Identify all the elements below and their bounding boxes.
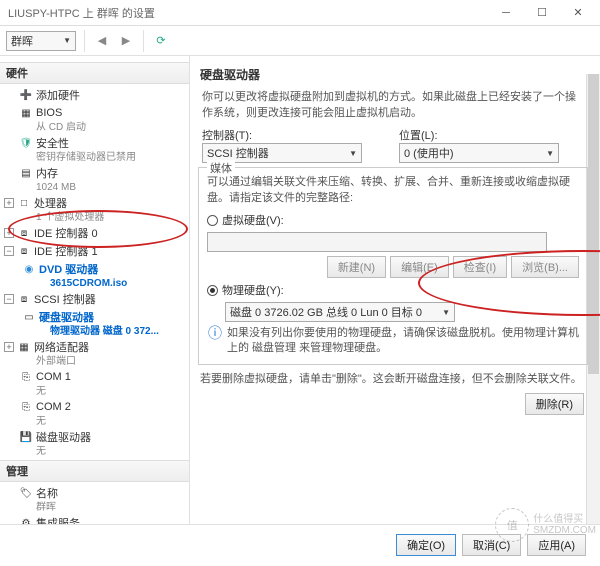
watermark: 值 什么值得买SMZDM.COM [495, 508, 596, 542]
controller-label: 控制器(T): [202, 130, 252, 142]
node-security-sub: 密钥存储驱动器已禁用 [0, 152, 189, 164]
inspect-button: 检查(I) [453, 256, 507, 278]
chevron-down-icon: ▼ [63, 36, 71, 45]
node-bios-sub: 从 CD 启动 [0, 122, 189, 134]
info-note: ⓘ 如果没有列出你要使用的物理硬盘，请确保该磁盘脱机。使用物理计算机上的 磁盘管… [207, 326, 579, 356]
node-dvd[interactable]: ◉DVD 驱动器 [0, 260, 189, 278]
window-controls: ─ ☐ ✕ [488, 3, 596, 23]
expand-icon[interactable]: + [4, 342, 14, 352]
forward-icon[interactable]: ▶ [117, 32, 135, 50]
location-label: 位置(L): [399, 130, 438, 142]
ok-button[interactable]: 确定(O) [396, 534, 456, 556]
memory-icon: ▤ [19, 166, 33, 180]
refresh-icon[interactable]: ⟳ [152, 32, 170, 50]
controller-icon: ⧈ [17, 292, 31, 306]
node-com1[interactable]: ⎘COM 1 [0, 368, 189, 386]
media-legend: 媒体 [207, 160, 235, 176]
node-memory[interactable]: ▤内存 [0, 164, 189, 182]
node-cpu-sub: 1 个虚拟处理器 [0, 212, 189, 224]
info-icon: ⓘ [207, 326, 223, 341]
controller-icon: ⧈ [17, 244, 31, 258]
divider [143, 30, 144, 52]
chevron-down-icon: ▼ [349, 149, 357, 158]
cpu-icon: □ [17, 196, 31, 210]
controller-icon: ⧈ [17, 226, 31, 240]
shield-icon: 🛡 [19, 136, 33, 150]
physical-disk-select[interactable]: 磁盘 0 3726.02 GB 总线 0 Lun 0 目标 0▼ [225, 302, 455, 322]
chevron-down-icon: ▼ [442, 308, 450, 317]
node-floppy-sub: 无 [0, 446, 189, 458]
window-title: LIUSPY-HTPC 上 群晖 的设置 [8, 5, 155, 21]
media-description: 可以通过编辑关联文件来压缩、转换、扩展、合并、重新连接或收缩虚拟硬盘。请指定该文… [207, 174, 579, 206]
node-bios[interactable]: ▦BIOS [0, 104, 189, 122]
edit-button: 编辑(E) [390, 256, 449, 278]
delete-button[interactable]: 删除(R) [525, 393, 584, 415]
collapse-icon[interactable]: − [4, 294, 14, 304]
new-button: 新建(N) [327, 256, 386, 278]
browse-button: 浏览(B)... [511, 256, 579, 278]
scrollbar[interactable] [586, 74, 600, 524]
disc-icon: ◉ [22, 262, 36, 276]
divider [84, 30, 85, 52]
node-name[interactable]: 🏷名称 [0, 484, 189, 502]
node-com2-sub: 无 [0, 416, 189, 428]
add-hardware[interactable]: ➕添加硬件 [0, 86, 189, 104]
minimize-button[interactable]: ─ [488, 3, 524, 23]
watermark-badge: 值 [495, 508, 529, 542]
chevron-down-icon: ▼ [546, 149, 554, 158]
node-ide0[interactable]: +⧈IDE 控制器 0 [0, 224, 189, 242]
delete-description: 若要删除虚拟硬盘，请单击"删除"。这会断开磁盘连接，但不会删除关联文件。 [200, 371, 586, 387]
node-hdd-sub: 物理驱动器 磁盘 0 372... [0, 326, 189, 338]
node-scsi[interactable]: −⧈SCSI 控制器 [0, 290, 189, 308]
page-title: 硬盘驱动器 [200, 66, 590, 83]
description: 你可以更改将虚拟硬盘附加到虚拟机的方式。如果此磁盘上已经安装了一个操作系统，则更… [202, 89, 584, 121]
node-name-sub: 群晖 [0, 502, 189, 514]
node-com2[interactable]: ⎘COM 2 [0, 398, 189, 416]
node-network[interactable]: +▦网络适配器 [0, 338, 189, 356]
media-fieldset: 媒体 可以通过编辑关联文件来压缩、转换、扩展、合并、重新连接或收缩虚拟硬盘。请指… [198, 167, 588, 365]
tag-icon: 🏷 [19, 486, 33, 500]
close-button[interactable]: ✕ [560, 3, 596, 23]
node-cpu[interactable]: +□处理器 [0, 194, 189, 212]
node-floppy[interactable]: 💾磁盘驱动器 [0, 428, 189, 446]
floppy-icon: 💾 [19, 430, 33, 444]
toolbar: 群晖 ▼ ◀ ▶ ⟳ [0, 26, 600, 56]
hardware-tree[interactable]: 硬件 ➕添加硬件 ▦BIOS 从 CD 启动 🛡安全性 密钥存储驱动器已禁用 ▤… [0, 56, 190, 524]
section-hardware: 硬件 [0, 62, 189, 84]
com-icon: ⎘ [19, 400, 33, 414]
location-select[interactable]: 0 (使用中)▼ [399, 143, 559, 163]
node-ide1[interactable]: −⧈IDE 控制器 1 [0, 242, 189, 260]
node-com1-sub: 无 [0, 386, 189, 398]
com-icon: ⎘ [19, 370, 33, 384]
node-memory-sub: 1024 MB [0, 182, 189, 194]
maximize-button[interactable]: ☐ [524, 3, 560, 23]
radio-virtual-disk[interactable]: 虚拟硬盘(V): [207, 212, 579, 228]
radio-physical-disk[interactable]: 物理硬盘(Y): [207, 282, 579, 298]
vm-selector[interactable]: 群晖 ▼ [6, 31, 76, 51]
chip-icon: ▦ [19, 106, 33, 120]
expand-icon[interactable]: + [4, 198, 14, 208]
node-hdd[interactable]: ▭硬盘驱动器 [0, 308, 189, 326]
titlebar: LIUSPY-HTPC 上 群晖 的设置 ─ ☐ ✕ [0, 0, 600, 26]
service-icon: ⚙ [19, 516, 33, 524]
collapse-icon[interactable]: − [4, 246, 14, 256]
vhd-path-input [207, 232, 547, 252]
scrollbar-thumb[interactable] [588, 74, 599, 374]
hdd-icon: ▭ [22, 310, 36, 324]
vm-selector-value: 群晖 [11, 33, 33, 49]
radio-icon [207, 285, 218, 296]
node-services[interactable]: ⚙集成服务 [0, 514, 189, 524]
section-management: 管理 [0, 460, 189, 482]
node-dvd-sub: 3615CDROM.iso [0, 278, 189, 290]
content-pane: 硬盘驱动器 你可以更改将虚拟硬盘附加到虚拟机的方式。如果此磁盘上已经安装了一个操… [190, 56, 600, 524]
expand-icon[interactable]: + [4, 228, 14, 238]
node-security[interactable]: 🛡安全性 [0, 134, 189, 152]
node-network-sub: 外部端口 [0, 356, 189, 368]
network-icon: ▦ [17, 340, 31, 354]
radio-icon [207, 215, 218, 226]
back-icon[interactable]: ◀ [93, 32, 111, 50]
